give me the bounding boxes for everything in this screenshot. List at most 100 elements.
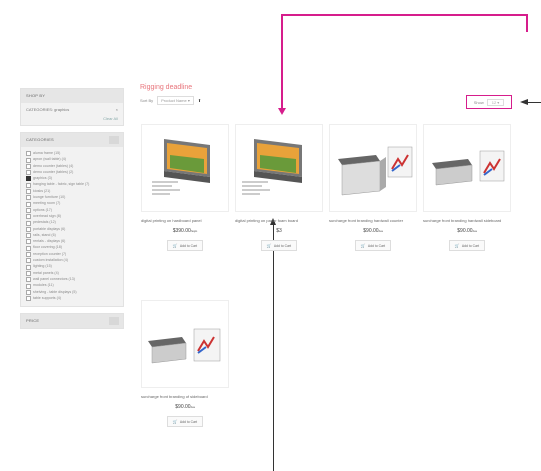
price-unit: /ea xyxy=(190,405,195,409)
clear-all-link[interactable]: Clear All xyxy=(21,116,123,125)
category-label: demo counter (tables) (2) xyxy=(33,169,74,174)
category-item[interactable]: table supports (4) xyxy=(26,295,118,302)
product-card: surcharge front branding of sideboard $90… xyxy=(141,300,229,427)
price-value: $3 xyxy=(276,228,282,234)
categories-header[interactable]: CATEGORIES xyxy=(21,133,123,147)
sort-select[interactable]: Product Name ▾ xyxy=(157,96,194,105)
expand-icon[interactable] xyxy=(109,317,119,326)
category-label: custom installation (4) xyxy=(33,258,68,263)
sort-direction-icon[interactable]: ⬆ xyxy=(198,98,201,103)
category-checkbox[interactable] xyxy=(26,151,31,157)
category-checkbox[interactable] xyxy=(26,226,31,232)
category-checkbox[interactable] xyxy=(26,239,31,245)
add-to-cart-button[interactable]: 🛒 Add to Cart xyxy=(449,240,485,251)
cart-icon: 🛒 xyxy=(454,243,460,248)
category-label: table supports (4) xyxy=(33,295,61,300)
product-price: $90.00/ea xyxy=(423,228,511,234)
product-price: $90.00/ea xyxy=(141,404,229,410)
annotation-line xyxy=(528,102,541,103)
category-checkbox[interactable] xyxy=(26,170,31,176)
collapse-icon[interactable] xyxy=(109,136,119,144)
category-checkbox[interactable] xyxy=(26,220,31,226)
product-image[interactable] xyxy=(329,124,417,212)
category-label: lighting (15) xyxy=(33,264,52,269)
product-image[interactable] xyxy=(423,124,511,212)
remove-filter-icon[interactable]: × xyxy=(116,107,118,112)
add-to-cart-label: Add to Cart xyxy=(179,419,198,424)
category-label: kiosks (21) xyxy=(33,188,51,193)
product-name[interactable]: digital printing on paper foam board xyxy=(235,218,323,223)
category-checkbox[interactable] xyxy=(26,289,31,295)
cart-icon: 🛒 xyxy=(172,419,178,424)
category-label: portable displays (6) xyxy=(33,226,66,231)
add-to-cart-button[interactable]: 🛒 Add to Cart xyxy=(167,240,203,251)
show-select[interactable]: 12 ▾ xyxy=(486,98,505,106)
annotation-line xyxy=(281,14,527,16)
product-image[interactable] xyxy=(141,124,229,212)
product-name[interactable]: surcharge front branding hardwall counte… xyxy=(329,218,417,223)
category-checkbox[interactable] xyxy=(26,277,31,283)
category-label: demo counter (tables) (4) xyxy=(33,163,74,168)
add-to-cart-label: Add to Cart xyxy=(179,243,198,248)
category-checkbox[interactable] xyxy=(26,245,31,251)
category-label: wall panel connectors (13) xyxy=(33,276,75,281)
current-filter[interactable]: CATEGORIES: graphics × xyxy=(21,103,123,116)
annotation-arrow-left xyxy=(520,99,528,105)
category-label: floor covering (18) xyxy=(33,245,62,250)
category-checkbox[interactable] xyxy=(26,163,31,169)
category-checkbox[interactable] xyxy=(26,176,31,182)
category-label: lounge furniture (10) xyxy=(33,195,66,200)
price-unit: /ea xyxy=(472,229,477,233)
product-name[interactable]: digital printing on hardboard panel xyxy=(141,218,229,223)
category-label: modules (11) xyxy=(33,283,54,288)
category-checkbox[interactable] xyxy=(26,270,31,276)
category-label: meeting room (7) xyxy=(33,201,61,206)
categories-panel: CATEGORIES aluma frame (15) apron (wall t… xyxy=(20,132,124,308)
add-to-cart-button[interactable]: 🛒 Add to Cart xyxy=(355,240,391,251)
add-to-cart-label: Add to Cart xyxy=(461,243,480,248)
show-per-page: Show 12 ▾ xyxy=(466,95,512,109)
category-label: pedestals (12) xyxy=(33,220,56,225)
categories-header-label: CATEGORIES xyxy=(26,137,54,142)
price-panel: PRICE xyxy=(20,313,124,330)
product-image[interactable] xyxy=(235,124,323,212)
cart-icon: 🛒 xyxy=(266,243,272,248)
page: SHOP BY CATEGORIES: graphics × Clear All… xyxy=(0,0,541,471)
category-checkbox[interactable] xyxy=(26,252,31,258)
category-checkbox[interactable] xyxy=(26,189,31,195)
shop-by-header: SHOP BY xyxy=(21,89,123,103)
show-label: Show xyxy=(473,99,484,105)
category-checkbox[interactable] xyxy=(26,207,31,213)
price-value: $90.00 xyxy=(363,228,379,234)
add-to-cart-label: Add to Cart xyxy=(273,243,292,248)
sort-value: Product Name xyxy=(161,98,187,103)
price-value: $90.00 xyxy=(175,404,191,410)
category-checkbox[interactable] xyxy=(26,201,31,207)
category-checkbox[interactable] xyxy=(26,296,31,302)
product-price: $90.00/ea xyxy=(329,228,417,234)
category-checkbox[interactable] xyxy=(26,195,31,201)
price-header-label: PRICE xyxy=(26,318,40,324)
category-checkbox[interactable] xyxy=(26,258,31,264)
category-checkbox[interactable] xyxy=(26,233,31,239)
product-card: surcharge front branding hardwall sidebo… xyxy=(423,124,511,251)
category-label: shelving - table displays (5) xyxy=(33,289,77,294)
product-image[interactable] xyxy=(141,300,229,388)
page-title: Rigging deadline xyxy=(140,84,193,91)
category-label: rentals - displays (6) xyxy=(33,239,66,244)
category-checkbox[interactable] xyxy=(26,182,31,188)
product-price: $3 xyxy=(235,228,323,234)
category-checkbox[interactable] xyxy=(26,214,31,220)
product-name[interactable]: surcharge front branding hardwall sidebo… xyxy=(423,218,511,223)
add-to-cart-button[interactable]: 🛒 Add to Cart xyxy=(261,240,297,251)
category-list: aluma frame (15) apron (wall table) (4) de… xyxy=(21,147,123,306)
product-name[interactable]: surcharge front branding of sideboard xyxy=(141,394,229,399)
add-to-cart-button[interactable]: 🛒 Add to Cart xyxy=(167,416,203,427)
annotation-arrow-down xyxy=(277,108,286,115)
product-card: digital printing on paper foam board $3 🛒 A… xyxy=(235,124,323,251)
current-filter-label: CATEGORIES: graphics xyxy=(26,107,70,112)
category-checkbox[interactable] xyxy=(26,157,31,163)
category-checkbox[interactable] xyxy=(26,264,31,270)
category-checkbox[interactable] xyxy=(26,283,31,289)
price-header[interactable]: PRICE xyxy=(21,314,123,329)
